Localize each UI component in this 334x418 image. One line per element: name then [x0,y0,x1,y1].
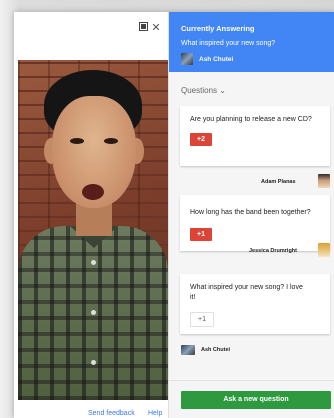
send-feedback-link[interactable]: Send feedback [88,410,135,417]
asker-avatar [318,174,330,188]
video-toolbar: ✕ [14,12,168,60]
question-card[interactable]: How long has the band been together? +1 [180,195,330,251]
popout-icon[interactable] [137,22,149,34]
help-link[interactable]: Help [148,410,162,417]
current-question: What inspired your new song? [181,40,276,47]
currently-answering-header: Currently Answering What inspired your n… [169,12,334,72]
asker-name: Ash Chutei [201,347,231,353]
question-text: What inspired your new song? I love it! [190,284,303,301]
asker-avatar [318,243,330,257]
hangout-window: ✕ Send feedback Help Currently Answering… [14,12,334,418]
currently-answering-title: Currently Answering [181,24,255,33]
author-name: Ash Chutei [199,56,234,63]
close-icon[interactable]: ✕ [150,22,162,34]
asker-avatar [181,345,195,355]
question-card[interactable]: What inspired your new song? I love it! … [180,274,330,334]
vote-button[interactable]: +1 [190,312,214,327]
question-text: Are you planning to release a new CD? [190,116,312,123]
qa-panel: Currently Answering What inspired your n… [168,12,334,418]
asker-name: Adam Planas [261,179,296,185]
question-text: How long has the band been together? [190,209,311,216]
questions-dropdown[interactable]: Questions ⌄ [181,86,226,95]
vote-button[interactable]: +2 [190,133,212,146]
vote-button[interactable]: +1 [190,228,212,241]
question-card[interactable]: Are you planning to release a new CD? +2 [180,106,330,166]
video-feed [18,60,168,400]
divider [169,380,334,381]
author-avatar [181,53,193,65]
ask-question-button[interactable]: Ask a new question [181,391,331,409]
asker-name: Jessica Drumright [249,248,297,254]
